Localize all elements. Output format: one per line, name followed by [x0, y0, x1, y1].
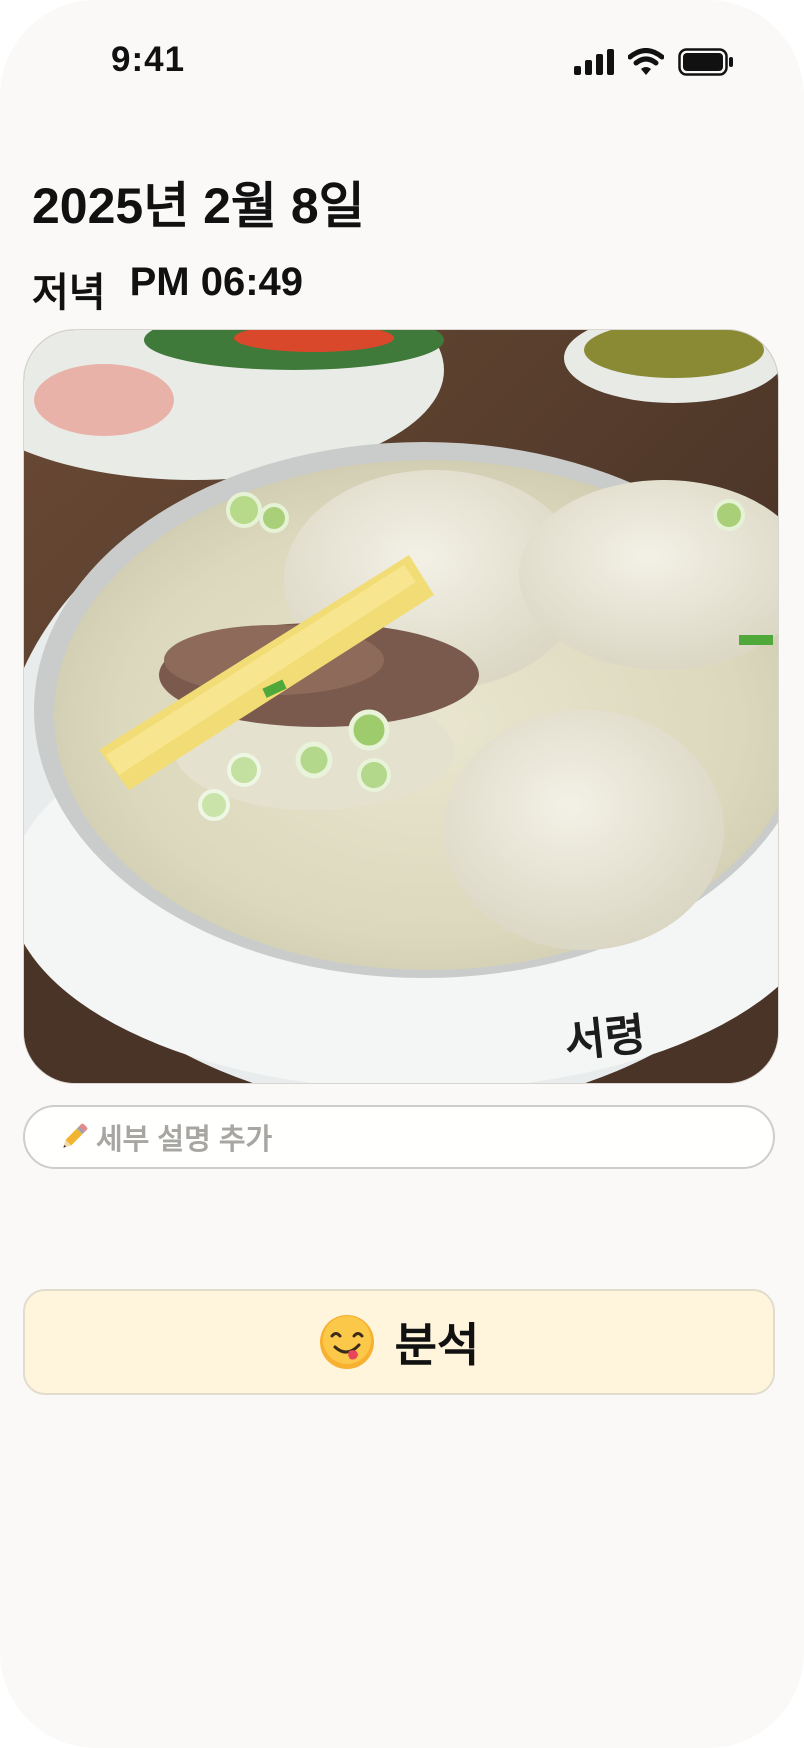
- description-placeholder: 세부 설명 추가: [96, 1124, 273, 1156]
- analyze-button[interactable]: 분석: [23, 1289, 775, 1395]
- meal-label: 저녁: [32, 271, 106, 315]
- analyze-button-label: 분석: [394, 1319, 480, 1371]
- meal-time: PM 06:49: [129, 260, 304, 304]
- pencil-icon: [63, 1123, 88, 1148]
- face-savoring-food-icon: [319, 1315, 374, 1369]
- meal-photo[interactable]: 서령: [23, 329, 779, 1084]
- description-input[interactable]: 세부 설명 추가: [23, 1105, 775, 1169]
- meal-info: 저녁 PM 06:49: [32, 260, 303, 318]
- status-time: 9:41: [111, 40, 186, 79]
- page-title-date: 2025년 2월 8일: [32, 178, 365, 234]
- cellular-signal-icon: [574, 49, 614, 75]
- status-bar: 9:41: [0, 0, 804, 120]
- bowl-watermark: 서령: [562, 1008, 648, 1069]
- wifi-icon: [628, 48, 664, 75]
- status-icons: [574, 44, 734, 80]
- dumpling-soup-image: [24, 330, 778, 1083]
- battery-icon: [678, 48, 733, 76]
- phone-screen: 9:41 2025년 2월 8일 저녁 PM 06:49 서령 세부 설명 추가…: [0, 0, 804, 1748]
